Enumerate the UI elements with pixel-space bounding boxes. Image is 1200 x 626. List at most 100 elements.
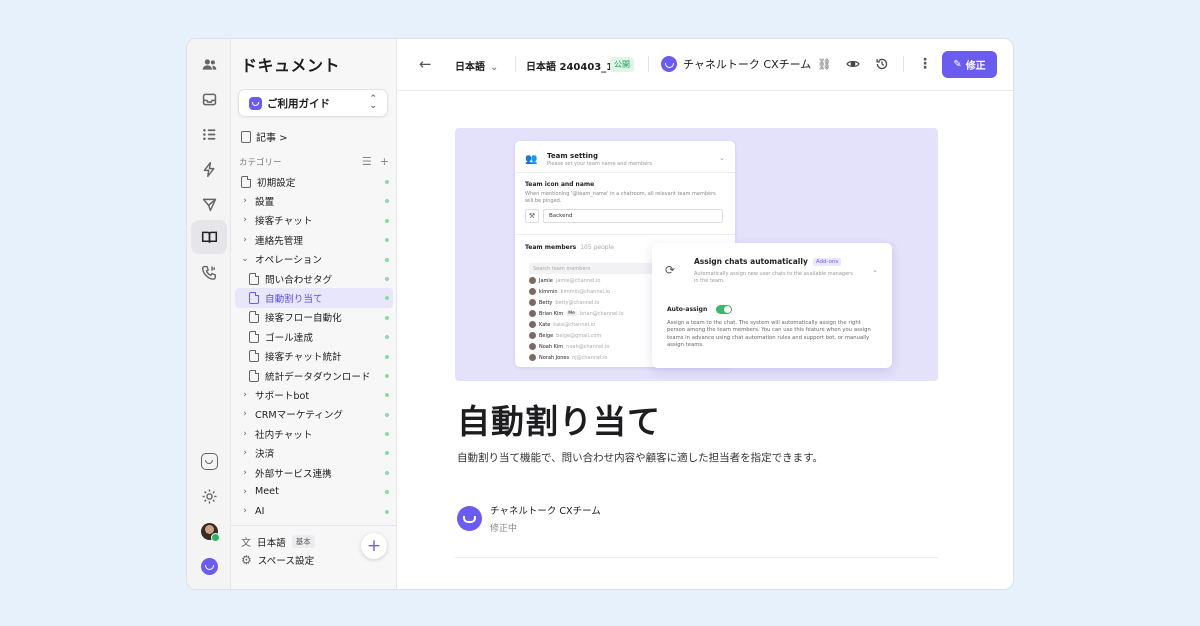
category-item[interactable]: 接客フロー自動化 bbox=[235, 308, 393, 327]
inbox-icon[interactable] bbox=[191, 82, 227, 116]
language-label: 日本語 bbox=[257, 537, 286, 549]
member-row: Kate kate@channel.io bbox=[529, 321, 595, 328]
category-item-label: 初期設定 bbox=[257, 177, 296, 189]
space-settings[interactable]: ⚙ スペース設定 bbox=[241, 553, 314, 567]
member-avatar bbox=[529, 288, 536, 295]
status-dot bbox=[385, 199, 389, 204]
chevron-right-icon[interactable]: › bbox=[239, 390, 251, 400]
category-item-label: 外部サービス連携 bbox=[255, 468, 332, 480]
category-item[interactable]: › 設置 bbox=[235, 191, 393, 210]
list-icon[interactable] bbox=[191, 117, 227, 151]
edit-button[interactable]: ✎ 修正 bbox=[942, 51, 997, 78]
chevron-right-icon[interactable]: › bbox=[239, 409, 251, 419]
category-item[interactable]: › Meet bbox=[235, 482, 393, 501]
category-item[interactable]: 統計データダウンロード bbox=[235, 366, 393, 385]
history-icon[interactable] bbox=[874, 56, 890, 72]
member-avatar bbox=[529, 299, 536, 306]
main-content: ← 日本語 ⌄ 日本語 240403_1 公開 チャネルトーク CXチーム ⛓ ⋮… bbox=[397, 39, 1013, 589]
chevron-down-icon[interactable]: ⌄ bbox=[239, 254, 251, 264]
category-item[interactable]: › 外部サービス連携 bbox=[235, 463, 393, 482]
chevron-right-icon[interactable]: › bbox=[239, 506, 251, 516]
category-item[interactable]: › サポートbot bbox=[235, 385, 393, 404]
chevron-right-icon[interactable]: › bbox=[239, 448, 251, 458]
book-icon[interactable] bbox=[191, 220, 227, 254]
add-button[interactable]: + bbox=[361, 533, 387, 559]
member-row: Norah Jones nj@channel.io bbox=[529, 354, 607, 361]
chevron-right-icon[interactable]: › bbox=[239, 196, 251, 206]
category-item[interactable]: ⌄ オペレーション bbox=[235, 250, 393, 269]
hero-image: 👥 Team setting Please set your team name… bbox=[455, 128, 938, 381]
category-tree: 初期設定 › 設置 › 接客チャット › 連絡先管理 ⌄ オペレーション 問い合わせタグ 自動割り当… bbox=[235, 172, 393, 521]
status-dot bbox=[385, 257, 389, 262]
more-options-icon[interactable]: ⋮ bbox=[917, 56, 933, 72]
status-dot bbox=[385, 432, 389, 437]
document-status: 修正中 bbox=[490, 524, 518, 534]
avatar[interactable] bbox=[191, 514, 227, 548]
status-dot bbox=[385, 315, 389, 320]
chevron-right-icon[interactable]: › bbox=[239, 487, 251, 497]
category-item[interactable]: › 社内チャット bbox=[235, 424, 393, 443]
language-dropdown[interactable]: 日本語 ⌄ bbox=[455, 58, 498, 73]
team-setting-subtitle: Please set your team name and members. bbox=[547, 161, 654, 167]
auto-assign-subtitle: Automatically assign new user chats to t… bbox=[694, 271, 853, 284]
status-dot bbox=[385, 296, 389, 301]
category-item[interactable]: › 連絡先管理 bbox=[235, 230, 393, 249]
auto-assign-toggle bbox=[716, 305, 733, 314]
category-item[interactable]: 自動割り当て bbox=[235, 288, 393, 308]
team-link[interactable]: チャネルトーク CXチーム ⛓ bbox=[661, 56, 831, 72]
document-icon bbox=[249, 350, 259, 363]
category-item[interactable]: 初期設定 bbox=[235, 172, 393, 191]
version-label[interactable]: 日本語 240403_1 bbox=[526, 58, 613, 73]
member-avatar bbox=[529, 310, 536, 317]
articles-link[interactable]: 記事 > bbox=[241, 129, 288, 144]
guide-selector[interactable]: ご利用ガイド ⌃ ⌄ bbox=[238, 89, 388, 117]
member-name: Beige bbox=[539, 332, 554, 339]
users-icon[interactable] bbox=[191, 47, 227, 81]
send-icon[interactable] bbox=[191, 187, 227, 221]
chevron-right-icon[interactable]: › bbox=[239, 215, 251, 225]
member-email: nj@channel.io bbox=[572, 354, 608, 361]
category-item[interactable]: › 接客チャット bbox=[235, 211, 393, 230]
phone-icon[interactable] bbox=[191, 255, 227, 289]
category-item-label: 連絡先管理 bbox=[255, 235, 303, 247]
chevron-right-icon[interactable]: › bbox=[239, 468, 251, 478]
member-email: brian@channel.io bbox=[579, 310, 624, 317]
filter-icon[interactable]: ☰ bbox=[362, 155, 372, 168]
page-description: 自動割り当て機能で、問い合わせ内容や顧客に適した担当者を指定できます。 bbox=[457, 452, 824, 464]
addons-badge: Add-ons bbox=[812, 257, 842, 266]
bolt-icon[interactable] bbox=[191, 152, 227, 186]
auto-assign-card: ⟳ Assign chats automatically Add-ons Auto… bbox=[652, 243, 892, 368]
status-dot bbox=[385, 276, 389, 281]
auto-assign-title: Assign chats automatically bbox=[694, 257, 808, 266]
category-item[interactable]: › 決済 bbox=[235, 443, 393, 462]
category-item-label: 自動割り当て bbox=[265, 294, 323, 306]
add-category-icon[interactable]: + bbox=[380, 155, 389, 168]
chevron-right-icon[interactable]: › bbox=[239, 235, 251, 245]
content-divider bbox=[455, 557, 938, 558]
auto-assign-row: Auto-assign bbox=[667, 305, 733, 314]
members-title: Team members 105 people bbox=[525, 244, 614, 251]
category-item[interactable]: 接客チャット統計 bbox=[235, 347, 393, 366]
eye-icon[interactable] bbox=[845, 56, 861, 72]
member-row: Jamie jamie@channel.io bbox=[529, 277, 601, 284]
language-dropdown-label: 日本語 bbox=[455, 62, 485, 73]
member-row: Noah Kim noah@channel.io bbox=[529, 343, 609, 350]
member-avatar bbox=[529, 343, 536, 350]
member-name: Brian Kim bbox=[539, 310, 564, 317]
member-email: beige@gmail.com bbox=[556, 332, 602, 339]
category-item[interactable]: › AI bbox=[235, 502, 393, 521]
chevron-right-icon[interactable]: › bbox=[239, 429, 251, 439]
divider bbox=[515, 172, 735, 173]
category-item[interactable]: 問い合わせタグ bbox=[235, 269, 393, 288]
back-arrow-icon[interactable]: ← bbox=[419, 55, 432, 73]
channel-logo-icon[interactable] bbox=[191, 444, 227, 478]
language-setting[interactable]: 文 日本語 基本 bbox=[241, 534, 315, 549]
channel-brand-icon[interactable] bbox=[191, 549, 227, 583]
status-dot bbox=[385, 373, 389, 378]
updown-chevron-icon: ⌃ ⌄ bbox=[369, 94, 377, 111]
category-item-label: ゴール達成 bbox=[265, 332, 313, 344]
category-item[interactable]: ゴール達成 bbox=[235, 327, 393, 346]
category-item[interactable]: › CRMマーケティング bbox=[235, 405, 393, 424]
auto-assign-icon: ⟳ bbox=[665, 263, 676, 277]
gear-icon[interactable] bbox=[191, 479, 227, 513]
